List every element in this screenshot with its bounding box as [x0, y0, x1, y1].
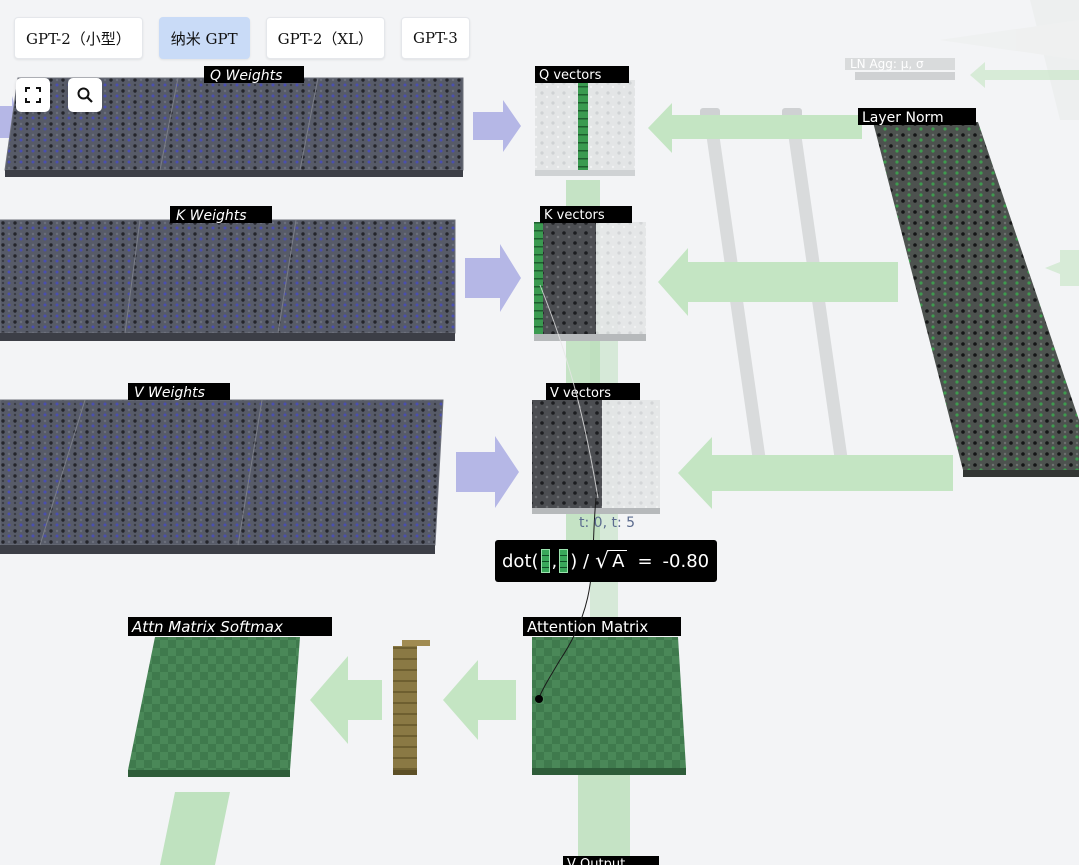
v-weights-block: V Weights — [0, 383, 444, 554]
v-vectors-label: V vectors — [550, 386, 611, 401]
search-icon — [77, 87, 93, 103]
fullscreen-icon — [25, 87, 41, 103]
sqrt-argument: A — [609, 550, 628, 572]
q-vector-icon — [540, 549, 550, 573]
model-button-nano-gpt[interactable]: 纳米 GPT — [158, 17, 250, 59]
tooltip-prefix: dot( — [502, 550, 539, 572]
k-weights-label: K Weights — [176, 208, 247, 224]
model-button-gpt3[interactable]: GPT-3 — [401, 17, 470, 59]
model-button-gpt2-xl[interactable]: GPT-2（XL） — [265, 17, 386, 59]
attn-softmax-label: Attn Matrix Softmax — [131, 618, 283, 636]
ln-agg-label: LN Agg: μ, σ — [850, 57, 924, 71]
sqrt-icon: √ — [595, 548, 610, 574]
tooltip-separator: , — [551, 550, 558, 572]
attention-matrix-label: Attention Matrix — [527, 618, 648, 636]
tooltip-equals: = — [637, 550, 653, 572]
v-weights-label: V Weights — [134, 385, 205, 401]
search-button[interactable] — [68, 78, 102, 112]
q-vectors-label: Q vectors — [539, 68, 602, 83]
q-vectors-block: Q vectors — [535, 66, 635, 176]
model-button-gpt2-small[interactable]: GPT-2（小型） — [14, 17, 143, 59]
tooltip-value: -0.80 — [662, 550, 710, 572]
model-selector: GPT-2（小型） 纳米 GPT GPT-2（XL） GPT-3 — [14, 17, 470, 59]
layer-norm-label: Layer Norm — [862, 110, 944, 126]
fullscreen-button[interactable] — [16, 78, 50, 112]
k-vector-icon — [559, 549, 569, 573]
q-weights-label: Q Weights — [210, 68, 282, 84]
dot-product-tooltip: dot( , ) / √ A = -0.80 — [495, 540, 717, 582]
tooltip-token-indices: t: 0, t: 5 — [579, 515, 636, 531]
k-weights-block: K Weights — [0, 206, 456, 341]
v-vectors-block: V vectors — [532, 383, 660, 514]
k-vectors-block: K vectors — [534, 206, 646, 341]
scene-canvas[interactable]: LN Agg: μ, σ Q Weights K Weights V Weigh… — [0, 0, 1079, 865]
k-vectors-label: K vectors — [544, 208, 605, 223]
attn-softmax-block: Attn Matrix Softmax — [128, 617, 332, 777]
v-output-block: V Output — [563, 856, 659, 865]
softmax-vector-block — [393, 640, 430, 775]
ln-agg-block: LN Agg: μ, σ — [845, 57, 955, 80]
v-output-label: V Output — [567, 857, 625, 865]
background-beams — [940, 0, 1079, 120]
tooltip-mid: ) / — [570, 550, 590, 572]
